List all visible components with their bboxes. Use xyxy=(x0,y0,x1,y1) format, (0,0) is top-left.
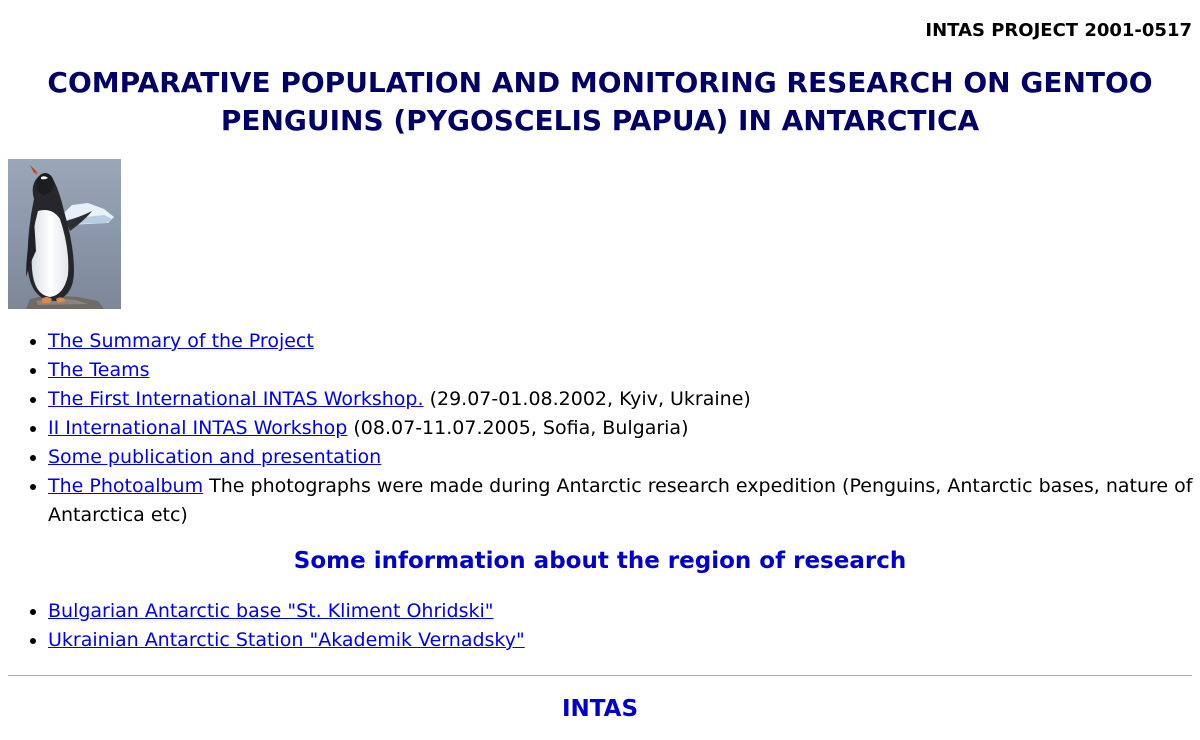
bulgarian-base-link[interactable]: Bulgarian Antarctic base "St. Kliment Oh… xyxy=(48,600,494,622)
page-title: COMPARATIVE POPULATION AND MONITORING RE… xyxy=(47,66,1153,137)
second-workshop-link[interactable]: II International INTAS Workshop xyxy=(48,417,347,439)
list-item: The First International INTAS Workshop. … xyxy=(48,385,1200,414)
penguin-photo-icon xyxy=(8,159,121,309)
project-id: INTAS PROJECT 2001-0517 xyxy=(925,20,1192,41)
list-item: II International INTAS Workshop (08.07-1… xyxy=(48,414,1200,443)
divider xyxy=(8,675,1192,676)
footer-title: INTAS xyxy=(561,696,639,722)
ukrainian-station-link[interactable]: Ukrainian Antarctic Station "Akademik Ve… xyxy=(48,629,525,651)
publications-link[interactable]: Some publication and presentation xyxy=(48,446,381,468)
link-note: The photographs were made during Antarct… xyxy=(48,475,1193,526)
summary-link[interactable]: The Summary of the Project xyxy=(48,330,314,352)
project-links-list: The Summary of the Project The Teams The… xyxy=(8,327,1200,530)
first-workshop-link[interactable]: The First International INTAS Workshop. xyxy=(48,388,424,410)
region-section-title: Some information about the region of res… xyxy=(293,548,907,574)
list-item: Some publication and presentation xyxy=(48,443,1200,472)
link-note: (08.07-11.07.2005, Sofia, Bulgaria) xyxy=(347,417,689,439)
list-item: The Photoalbum The photographs were made… xyxy=(48,472,1200,530)
list-item: Bulgarian Antarctic base "St. Kliment Oh… xyxy=(48,597,1200,626)
region-links-list: Bulgarian Antarctic base "St. Kliment Oh… xyxy=(8,597,1200,655)
teams-link[interactable]: The Teams xyxy=(48,359,150,381)
list-item: Ukrainian Antarctic Station "Akademik Ve… xyxy=(48,626,1200,655)
photoalbum-link[interactable]: The Photoalbum xyxy=(48,475,203,497)
link-note: (29.07-01.08.2002, Kyiv, Ukraine) xyxy=(423,388,751,410)
list-item: The Teams xyxy=(48,356,1200,385)
list-item: The Summary of the Project xyxy=(48,327,1200,356)
